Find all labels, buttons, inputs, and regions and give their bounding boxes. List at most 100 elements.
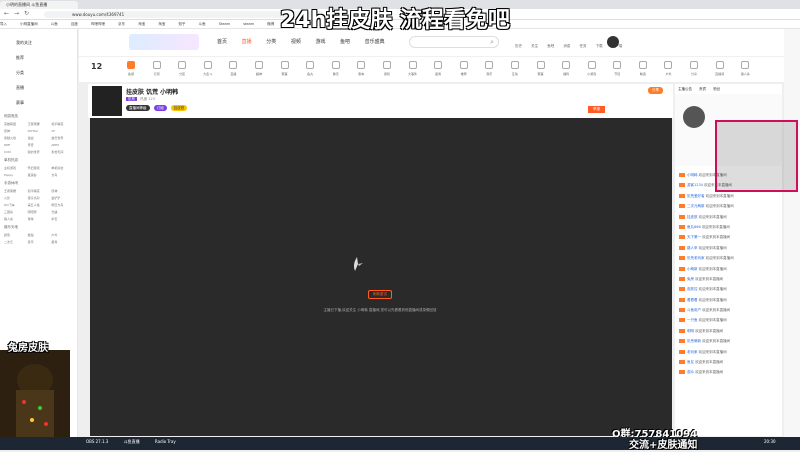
sidebar-cell[interactable]: 怀旧游戏 <box>28 166 50 170</box>
bookmark-5[interactable]: 京东 <box>118 22 125 26</box>
chat-message[interactable]: 饥荒萌新 欢迎来到本直播间 <box>675 336 782 346</box>
chat-message[interactable]: 明明 欢迎来到本直播间 <box>675 326 782 336</box>
taskbar-app[interactable]: Radio Tray <box>155 439 176 444</box>
bookmark-3[interactable]: 百度 <box>71 22 78 26</box>
sidebar-cell[interactable]: 穿越火线 <box>4 136 26 140</box>
nav-live[interactable]: 直播 <box>242 39 252 45</box>
category-item[interactable]: 游戏 <box>375 61 399 76</box>
category-item[interactable]: 剧本 <box>349 61 373 76</box>
chat-message[interactable]: 老玩家 欢迎来到本直播间 <box>675 347 782 357</box>
sidebar-item-live[interactable]: 直播 <box>0 80 77 95</box>
sidebar-cell[interactable]: 原神 <box>4 129 26 133</box>
taskbar-app[interactable]: 斗鱼直播 <box>124 439 140 444</box>
sidebar-cell[interactable]: 球球 <box>28 217 50 221</box>
sidebar-cell[interactable]: 永劫无间 <box>51 150 73 154</box>
sidebar-cell[interactable]: 魔兽世界 <box>51 136 73 140</box>
sidebar-cell[interactable]: CF <box>51 129 73 133</box>
share-button[interactable]: 分享 <box>648 87 663 94</box>
header-history[interactable]: 历史 <box>515 44 522 48</box>
sidebar-cell[interactable]: Poppy <box>4 173 26 177</box>
sidebar-cell[interactable]: APEX <box>51 143 73 147</box>
bookmark-1[interactable]: 小明直播间 <box>20 22 38 26</box>
avatar[interactable] <box>607 36 619 48</box>
category-item[interactable]: 赛事 <box>529 61 553 76</box>
tag-badge[interactable]: 挂皮肤 <box>170 105 188 111</box>
sidebar-cell[interactable]: 炉石 <box>51 217 73 221</box>
bookmark-12[interactable]: 微博 <box>267 22 274 26</box>
chat-message[interactable]: 鱼友 欢迎来到本直播间 <box>675 357 782 367</box>
chat-message[interactable]: 饥荒爱好者 欢迎来到本直播间 <box>675 191 782 201</box>
category-item[interactable]: 直播 <box>221 61 245 76</box>
sidebar-cell[interactable]: 逆战 <box>28 136 50 140</box>
sidebar-cell[interactable]: 英雄联盟 <box>4 122 26 126</box>
category-item[interactable]: 互动 <box>503 61 527 76</box>
header-download[interactable]: 下载 <box>596 44 603 48</box>
header-yuba[interactable]: 鱼吧 <box>547 44 554 48</box>
bookmark-0[interactable]: 导入 <box>0 22 7 26</box>
category-item[interactable]: 狼人杀 <box>733 61 757 76</box>
page-scrollbar[interactable] <box>784 29 800 439</box>
sidebar-item-recommend[interactable]: 推荐 <box>0 50 77 65</box>
sidebar-cell[interactable]: 星露谷 <box>28 173 50 177</box>
room-tag[interactable]: 饥荒 <box>126 97 137 101</box>
header-follow[interactable]: 关注 <box>531 44 538 48</box>
chat-message[interactable]: 鱼丸666 欢迎来到本直播间 <box>675 222 782 232</box>
chat-message[interactable]: 皮肤控 欢迎来到本直播间 <box>675 284 782 294</box>
bookmark-2[interactable]: 斗鱼 <box>51 22 58 26</box>
nav-home[interactable]: 首页 <box>217 39 227 45</box>
streamer-avatar[interactable] <box>92 86 122 116</box>
bookmark-9[interactable]: 斗鱼 <box>199 22 206 26</box>
category-item[interactable]: 超神 <box>247 61 271 76</box>
sidebar-cell[interactable]: DNF <box>4 143 26 147</box>
search-icon[interactable]: ⌕ <box>490 38 494 47</box>
sidebar-cell[interactable]: 蛋仔派对 <box>28 196 50 200</box>
taskbar-app[interactable]: OBS 27.1.3 <box>86 439 108 444</box>
sidebar-cell[interactable]: 阴阳师 <box>28 210 50 214</box>
sidebar-cell[interactable]: 方舟 <box>51 173 73 177</box>
category-item[interactable]: 大事件 <box>401 61 425 76</box>
category-item[interactable]: 聊天 <box>324 61 348 76</box>
chat-message[interactable]: 看看看 欢迎来到本直播间 <box>675 295 782 305</box>
sidebar-cell[interactable]: COD <box>4 150 26 154</box>
category-item[interactable]: 分区 <box>170 61 194 76</box>
back-icon[interactable]: ← <box>4 10 9 17</box>
chat-message[interactable]: 天下第一 欢迎来到本直播间 <box>675 232 782 242</box>
category-item[interactable]: 鱼塘 <box>119 61 143 76</box>
sidebar-cell[interactable]: 传奇 <box>28 143 50 147</box>
nav-video[interactable]: 视频 <box>291 39 301 45</box>
sidebar-cell[interactable]: 和平精英 <box>51 122 73 126</box>
sidebar-cell[interactable]: 狼人杀 <box>4 217 26 221</box>
chat-message[interactable]: 一只鱼 欢迎来到本直播间 <box>675 315 782 325</box>
nav-music[interactable]: 音乐盛典 <box>365 39 385 45</box>
category-item[interactable]: 精选 <box>631 61 655 76</box>
chat-message[interactable]: 观众 欢迎来到本直播间 <box>675 367 782 377</box>
sidebar-item-follow[interactable]: 我的关注 <box>0 35 77 50</box>
sidebar-cell[interactable]: 第五人格 <box>28 203 50 207</box>
sidebar-cell[interactable]: 星秀 <box>51 240 73 244</box>
category-item[interactable]: 小游戏 <box>580 61 604 76</box>
sidebar-cell[interactable]: 主机游戏 <box>4 166 26 170</box>
fans-badge[interactable]: 订阅 <box>153 105 167 111</box>
bookmark-10[interactable]: Steam <box>219 22 230 26</box>
sidebar-cell[interactable]: 舞蹈 <box>28 233 50 237</box>
header-message[interactable]: 消息 <box>563 44 570 48</box>
bookmark-6[interactable]: 淘宝 <box>138 22 145 26</box>
chat-tab-vip[interactable]: 贵宾 <box>699 87 706 91</box>
sidebar-cell[interactable]: 王者荣耀 <box>4 189 26 193</box>
sidebar-cell[interactable]: 光遇 <box>51 210 73 214</box>
chat-message[interactable]: 兔房 欢迎来到本直播间 <box>675 274 782 284</box>
sidebar-cell[interactable]: 王者荣耀 <box>28 122 50 126</box>
sidebar-cell[interactable]: 音乐 <box>28 240 50 244</box>
sidebar-cell[interactable]: 和平精英 <box>28 189 50 193</box>
chat-message[interactable]: 小萌新 欢迎来到本直播间 <box>675 264 782 274</box>
nav-yuba[interactable]: 鱼吧 <box>340 39 350 45</box>
video-player[interactable]: 刷新重试 主播已下播,欢迎关注 小明韩 直播间,您可以先看看其他直播间或录像回放 <box>90 118 672 436</box>
category-item[interactable]: 节目 <box>605 61 629 76</box>
bookmark-8[interactable]: 知乎 <box>179 22 186 26</box>
sidebar-cell[interactable]: 我的世界 <box>28 150 50 154</box>
chat-message[interactable]: 饥荒老玩家 欢迎来到本直播间 <box>675 253 782 263</box>
category-item[interactable]: 鱼丸 <box>298 61 322 76</box>
sidebar-cell[interactable]: DOTA2 <box>28 129 50 133</box>
sidebar-cell[interactable]: 原神 <box>51 189 73 193</box>
sidebar-cell[interactable]: 明日方舟 <box>51 203 73 207</box>
